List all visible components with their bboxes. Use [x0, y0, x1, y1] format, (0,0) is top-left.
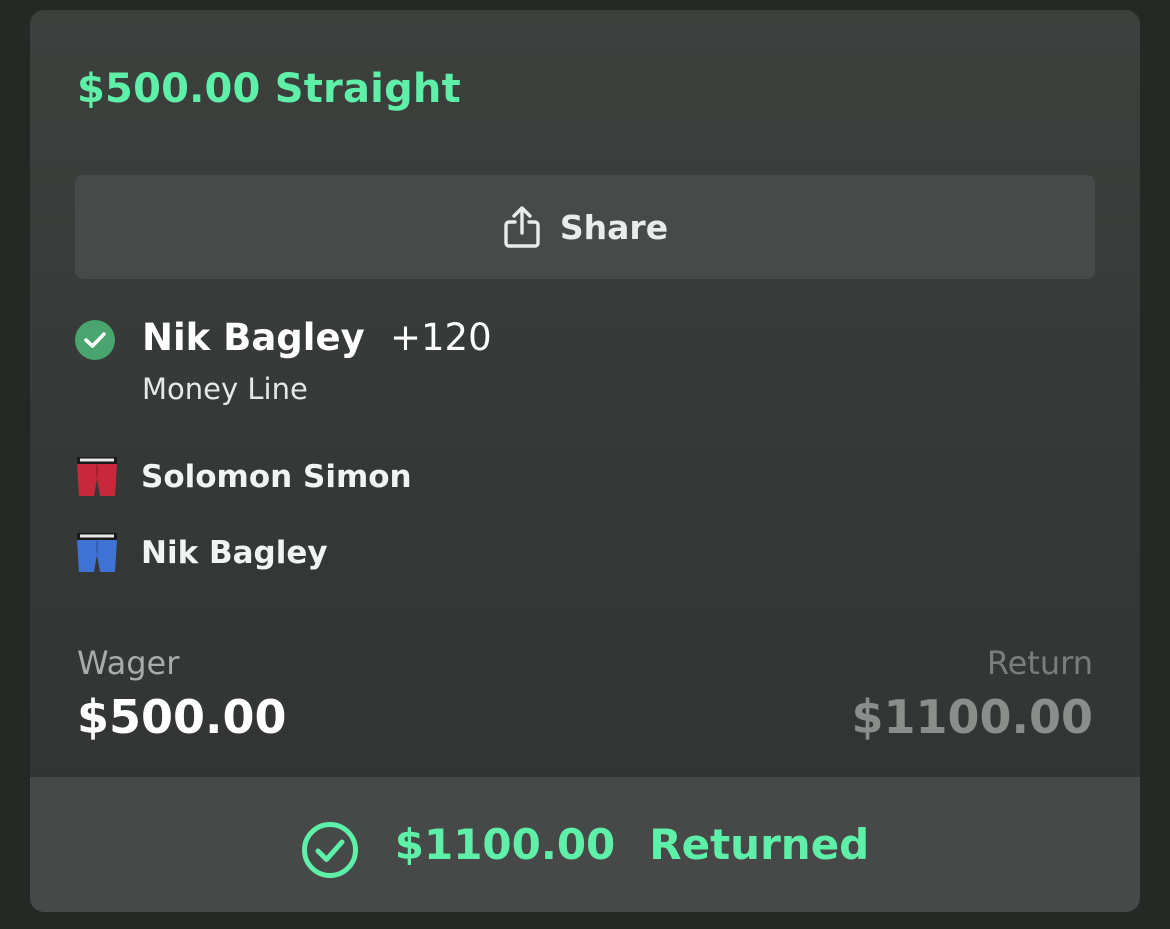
check-circle-icon	[75, 320, 115, 360]
selection-name: Nik Bagley	[142, 316, 365, 359]
bet-title: $500.00 Straight	[77, 66, 461, 112]
result-status: Returned	[649, 820, 870, 869]
share-icon	[502, 205, 542, 249]
fighter-name: Solomon Simon	[141, 459, 412, 495]
selection-odds: +120	[390, 316, 492, 359]
fighter-row-blue: Nik Bagley	[75, 533, 328, 573]
fighter-name: Nik Bagley	[141, 535, 328, 571]
result-amount: $1100.00	[394, 820, 616, 869]
bet-card: $500.00 Straight Share Nik Bagley +120 M…	[30, 10, 1140, 912]
check-circle-outline-icon	[301, 821, 359, 879]
wager-label: Wager	[77, 644, 180, 682]
share-label: Share	[559, 207, 669, 247]
fighter-row-red: Solomon Simon	[75, 457, 412, 497]
wager-value: $500.00	[77, 690, 287, 744]
bet-type: Money Line	[142, 372, 308, 406]
return-value: $1100.00	[851, 690, 1093, 744]
red-trunks-icon	[75, 457, 119, 497]
share-button[interactable]: Share	[75, 175, 1095, 279]
blue-trunks-icon	[75, 533, 119, 573]
result-footer: $1100.00 Returned	[30, 777, 1140, 912]
return-label: Return	[986, 644, 1093, 682]
